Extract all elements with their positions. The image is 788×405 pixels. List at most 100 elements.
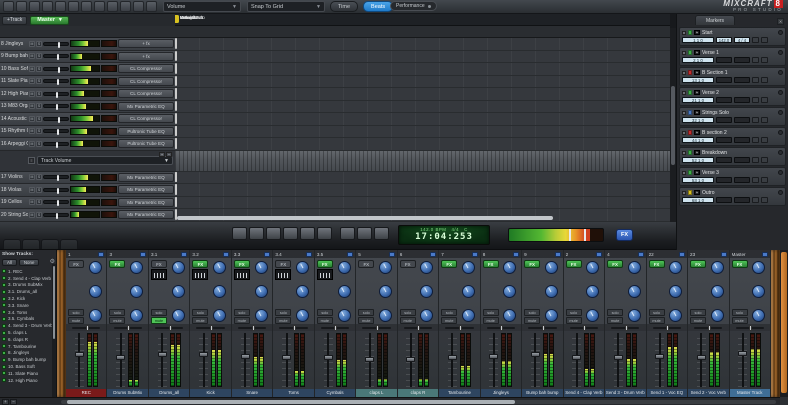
strip-output-button[interactable] [721, 252, 727, 257]
marker-option-button[interactable] [752, 157, 759, 163]
strip-volume-fader[interactable] [738, 333, 747, 387]
strip-pan-slider[interactable] [605, 324, 645, 331]
track-volume-slider[interactable] [43, 79, 69, 83]
strip-solo-button[interactable]: solo [607, 309, 623, 316]
eq-low-knob[interactable] [89, 309, 102, 322]
strip-pan-slider[interactable] [232, 324, 272, 331]
track-volume-slider[interactable] [43, 142, 69, 146]
marker-color-swatch[interactable] [688, 190, 692, 195]
strip-fx-button[interactable]: FX [68, 260, 84, 268]
eq-low-knob[interactable] [213, 309, 226, 322]
eq-high-knob[interactable] [503, 261, 516, 274]
marker-menu-button[interactable] [778, 150, 783, 155]
timeline-marker-flag[interactable]: Outro [175, 15, 192, 23]
marker-option-button[interactable] [761, 97, 768, 103]
marker-position-field[interactable]: 32 1 0 [682, 117, 714, 123]
marker-timesig-field[interactable]: 4 / 4 [734, 37, 750, 43]
strip-fx-button[interactable]: FX [192, 260, 208, 268]
marker-option-button[interactable] [761, 157, 768, 163]
track-volume-slider[interactable] [43, 42, 69, 46]
marker-position-field[interactable]: 21 1 0 [682, 97, 714, 103]
track-fx-chip[interactable]: Mx Parametric EQ [118, 102, 174, 111]
marker-option-button[interactable] [752, 117, 759, 123]
automation-remove-button[interactable]: − [166, 152, 172, 157]
strip-output-button[interactable] [347, 252, 353, 257]
track-header-row[interactable]: 8 Jingleys M S + fx [0, 38, 175, 51]
strip-volume-fader[interactable] [655, 333, 664, 387]
audio-clip[interactable]: acoustic guitar_1 [175, 113, 177, 124]
marker-timesig-field[interactable] [734, 177, 750, 183]
show-tracks-list-item[interactable]: 8. Jingleys [2, 350, 55, 357]
track-fx-chip[interactable]: CL Compressor [118, 114, 174, 123]
mixer-zoom-out-button[interactable]: − [10, 399, 17, 405]
marker-menu-button[interactable] [778, 190, 783, 195]
eq-mid-knob[interactable] [255, 285, 268, 298]
strip-pan-slider[interactable] [149, 324, 189, 331]
marker-checkbox[interactable] [682, 191, 686, 195]
eq-mid-knob[interactable] [338, 285, 351, 298]
strip-solo-button[interactable]: solo [192, 309, 208, 316]
strip-eq-display[interactable] [151, 269, 167, 280]
show-all-button[interactable]: All [2, 259, 17, 266]
strip-mute-button[interactable]: mute [192, 317, 208, 324]
eq-mid-knob[interactable] [89, 285, 102, 298]
strip-mute-button[interactable]: mute [524, 317, 540, 324]
marker-option-button[interactable] [752, 137, 759, 143]
track-header-row[interactable]: 14 Acoustic Gu... M S CL Compressor [0, 113, 175, 126]
eq-mid-knob[interactable] [669, 285, 682, 298]
clip-lane[interactable]: organ [175, 101, 670, 114]
bottom-panel-tab[interactable] [60, 239, 78, 249]
marker-position-field[interactable]: 13 1 0 [682, 77, 714, 83]
eq-low-knob[interactable] [462, 309, 475, 322]
strip-eq-display[interactable] [234, 269, 250, 280]
strip-output-button[interactable] [762, 252, 768, 257]
show-tracks-list-item[interactable]: 3. Drums SubMix [2, 282, 55, 289]
strip-mute-button[interactable]: mute [400, 317, 416, 324]
marker-checkbox[interactable] [682, 111, 686, 115]
strip-mute-button[interactable]: mute [566, 317, 582, 324]
marker-position-field[interactable]: 1 1 0 [682, 37, 714, 43]
track-mute-button[interactable]: M [29, 103, 35, 109]
audio-clip[interactable]: Jingleys_1 [175, 38, 177, 49]
mixer-zoom-in-button[interactable]: + [2, 399, 9, 405]
track-fx-chip[interactable]: + fx [118, 52, 174, 61]
marker-color-swatch[interactable] [688, 50, 692, 55]
strip-volume-fader[interactable] [75, 333, 84, 387]
track-visible-checkbox[interactable] [2, 283, 6, 287]
show-tracks-list-item[interactable]: 3.1. Drums_all [2, 288, 55, 295]
marker-option-button[interactable] [752, 97, 759, 103]
track-visible-checkbox[interactable] [2, 269, 6, 273]
marker-tempo-field[interactable] [716, 157, 732, 163]
time-mode-button[interactable]: Time [330, 1, 358, 12]
marker-checkbox[interactable] [682, 51, 686, 55]
show-tracks-list-item[interactable]: 11. Slate Piano [2, 370, 55, 377]
track-solo-button[interactable]: S [36, 174, 42, 180]
clip-lane[interactable]: Cellos Legato Cellos Legato [175, 197, 670, 210]
marker-timesig-field[interactable] [734, 117, 750, 123]
marker-list-item[interactable]: ⚑ Strings Solo 32 1 0 [679, 107, 786, 126]
track-mute-button[interactable]: M [29, 128, 35, 134]
marker-position-field[interactable]: 53 1 0 [682, 177, 714, 183]
audio-clip[interactable]: Cellos Legato [175, 197, 177, 208]
bottom-panel-tab[interactable] [22, 239, 40, 249]
strip-volume-fader[interactable] [324, 333, 333, 387]
marker-color-swatch[interactable] [688, 110, 692, 115]
clip-lane[interactable]: bass gtr [175, 63, 670, 76]
eq-high-knob[interactable] [545, 261, 558, 274]
eq-mid-knob[interactable] [503, 285, 516, 298]
strip-solo-button[interactable]: solo [68, 309, 84, 316]
track-fx-chip[interactable]: Pultronic Tube EQ [118, 139, 174, 148]
marker-color-swatch[interactable] [688, 90, 692, 95]
eq-low-knob[interactable] [711, 309, 724, 322]
strip-output-button[interactable] [223, 252, 229, 257]
track-fx-chip[interactable]: Mx Parametric EQ [118, 173, 174, 182]
strip-volume-fader[interactable] [406, 333, 415, 387]
marker-position-field[interactable]: 44 1 0 [682, 137, 714, 143]
eq-high-knob[interactable] [420, 261, 433, 274]
eq-high-knob[interactable] [669, 261, 682, 274]
show-tracks-list-item[interactable]: 4. Send 3 - Drum Verb [2, 322, 55, 329]
marker-list-item[interactable]: ⚑ Outro 68 1 0 [679, 187, 786, 206]
automation-lane[interactable] [175, 151, 670, 172]
track-visible-checkbox[interactable] [2, 371, 6, 375]
eq-low-knob[interactable] [628, 309, 641, 322]
